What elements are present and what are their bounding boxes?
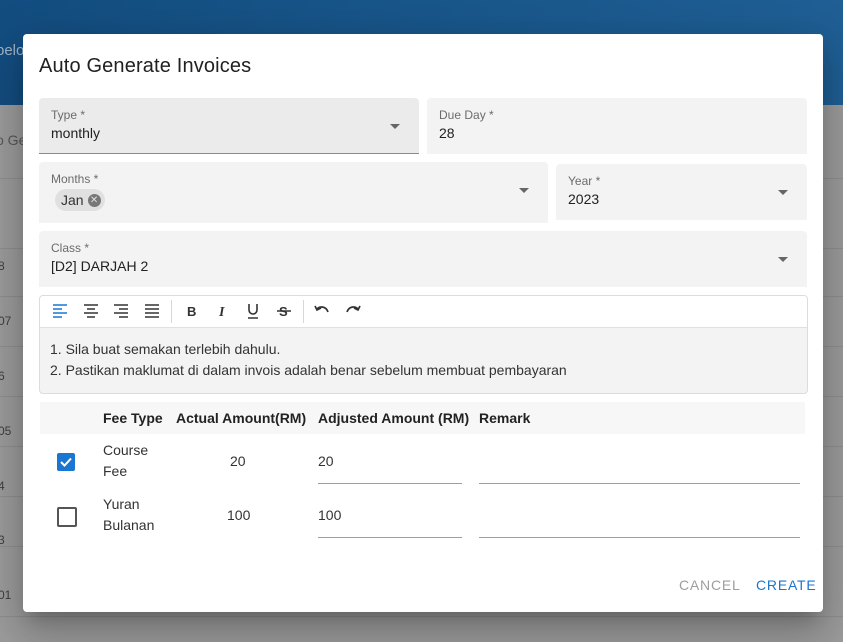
remark-input[interactable] <box>479 498 800 538</box>
class-value: [D2] DARJAH 2 <box>51 258 149 274</box>
column-header-adjusted-amount: Adjusted Amount (RM) <box>318 410 470 426</box>
cancel-button[interactable]: CANCEL <box>679 577 741 593</box>
adjusted-amount-input[interactable]: 100 <box>318 498 462 538</box>
table-header: Fee Type Actual Amount(RM) Adjusted Amou… <box>40 402 805 434</box>
chevron-down-icon <box>778 190 788 195</box>
background-row-number: 8 <box>0 259 5 273</box>
background-row-number: 4 <box>0 479 5 493</box>
editor-text-line: 1. Sila buat semakan terlebih dahulu. <box>50 341 281 357</box>
background-row-number: 05 <box>0 424 12 438</box>
underline-icon[interactable] <box>242 300 264 322</box>
adjusted-amount-value: 100 <box>318 507 342 523</box>
due-day-label: Due Day * <box>439 108 494 122</box>
month-chip[interactable]: Jan ✕ <box>55 189 105 211</box>
year-select[interactable]: Year * 2023 <box>556 164 807 220</box>
editor-text-line: 2. Pastikan maklumat di dalam invois ada… <box>50 362 567 378</box>
toolbar-divider <box>303 300 304 323</box>
column-header-fee-type: Fee Type <box>103 410 163 426</box>
actual-amount-cell: 100 <box>227 507 251 523</box>
background-divider <box>0 616 843 617</box>
bold-icon[interactable]: B <box>180 300 202 322</box>
svg-text:B: B <box>187 304 196 319</box>
italic-icon[interactable]: I <box>211 300 233 322</box>
svg-text:I: I <box>218 305 225 320</box>
adjusted-amount-value: 20 <box>318 453 334 469</box>
column-header-remark: Remark <box>479 410 531 426</box>
background-row-number: 01 <box>0 588 12 602</box>
close-icon[interactable]: ✕ <box>87 193 101 207</box>
months-select[interactable]: Months * Jan ✕ <box>39 162 548 223</box>
editor-toolbar: B I S <box>40 296 807 328</box>
adjusted-amount-input[interactable]: 20 <box>318 444 462 484</box>
align-left-icon[interactable] <box>49 300 71 322</box>
redo-icon[interactable] <box>342 300 364 322</box>
column-header-actual-amount: Actual Amount(RM) <box>176 410 307 426</box>
background-row-number: 6 <box>0 369 5 383</box>
strikethrough-icon[interactable]: S <box>273 300 295 322</box>
toolbar-divider <box>171 300 172 323</box>
month-chip-label: Jan <box>61 192 84 208</box>
due-day-field[interactable]: Due Day * 28 <box>427 98 807 154</box>
undo-icon[interactable] <box>311 300 333 322</box>
chevron-down-icon <box>519 188 529 193</box>
auto-generate-invoices-dialog: Auto Generate Invoices Type * monthly Du… <box>23 34 823 612</box>
background-row-number: 07 <box>0 314 12 328</box>
type-label: Type * <box>51 108 86 122</box>
row-checkbox[interactable] <box>57 453 75 471</box>
fee-type-cell: Yuran <box>103 496 140 512</box>
chevron-down-icon <box>778 257 788 262</box>
background-row-number: 3 <box>0 533 5 547</box>
remark-input[interactable] <box>479 444 800 484</box>
align-justify-icon[interactable] <box>141 300 163 322</box>
actual-amount-cell: 20 <box>230 453 246 469</box>
fee-type-cell: Course <box>103 442 149 458</box>
class-select[interactable]: Class * [D2] DARJAH 2 <box>39 231 807 287</box>
type-select[interactable]: Type * monthly <box>39 98 419 154</box>
chevron-down-icon <box>390 124 400 129</box>
align-center-icon[interactable] <box>80 300 102 322</box>
months-label: Months * <box>51 172 99 186</box>
type-value: monthly <box>51 125 101 141</box>
fee-type-cell: Fee <box>103 463 128 479</box>
year-label: Year * <box>568 174 601 188</box>
fee-type-cell: Bulanan <box>103 517 155 533</box>
row-checkbox[interactable] <box>57 507 77 527</box>
year-value: 2023 <box>568 191 600 207</box>
create-button[interactable]: CREATE <box>756 577 817 593</box>
dialog-title: Auto Generate Invoices <box>39 55 252 77</box>
class-label: Class * <box>51 241 90 255</box>
due-day-value: 28 <box>439 125 455 141</box>
background-header-text: pelo <box>0 42 25 59</box>
notes-editor[interactable]: B I S 1. Sila buat semakan terlebih dahu… <box>39 295 808 394</box>
align-right-icon[interactable] <box>110 300 132 322</box>
